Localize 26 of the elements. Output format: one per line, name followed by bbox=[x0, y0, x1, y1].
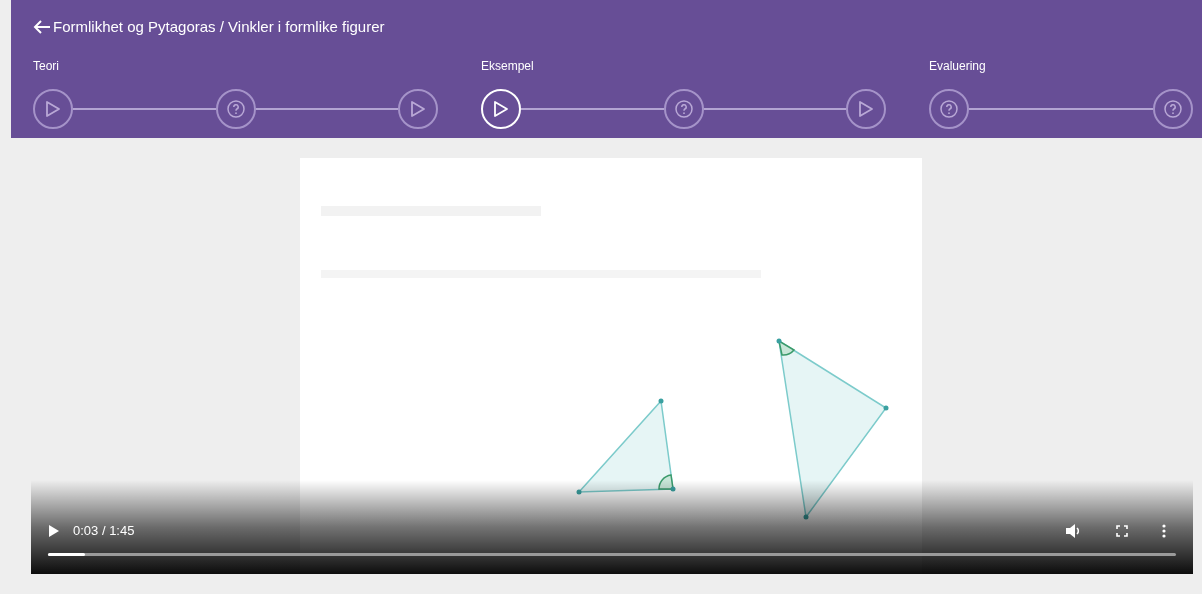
play-icon bbox=[493, 100, 509, 118]
section-label: Teori bbox=[33, 58, 60, 75]
play-icon bbox=[410, 100, 426, 118]
play-icon bbox=[45, 100, 61, 118]
question-icon bbox=[940, 100, 958, 118]
fullscreen-icon[interactable] bbox=[1116, 525, 1128, 537]
more-icon[interactable] bbox=[1162, 524, 1166, 538]
progress-track[interactable] bbox=[48, 553, 1176, 556]
section-label: Eksempel bbox=[481, 58, 535, 75]
play-icon[interactable] bbox=[48, 525, 60, 537]
question-icon bbox=[226, 100, 245, 118]
breadcrumb[interactable]: Formlikhet og Pytagoras / Vinkler i formlike figurer bbox=[53, 15, 385, 39]
quiz-step-button[interactable] bbox=[215, 89, 256, 129]
quiz-step-button[interactable] bbox=[1153, 89, 1193, 129]
play-icon bbox=[858, 100, 874, 118]
play-step-button[interactable] bbox=[846, 89, 886, 129]
quiz-step-button[interactable] bbox=[663, 89, 704, 129]
quiz-step-button[interactable] bbox=[929, 89, 969, 129]
back-arrow-icon[interactable] bbox=[33, 19, 51, 35]
play-step-button[interactable] bbox=[398, 89, 438, 129]
question-icon bbox=[674, 100, 693, 118]
volume-icon[interactable] bbox=[1066, 524, 1082, 538]
question-icon bbox=[1164, 100, 1182, 118]
section-label: Evaluering bbox=[929, 58, 987, 75]
time-display: 0:03 / 1:45 bbox=[73, 522, 135, 541]
play-step-button[interactable] bbox=[33, 89, 73, 129]
